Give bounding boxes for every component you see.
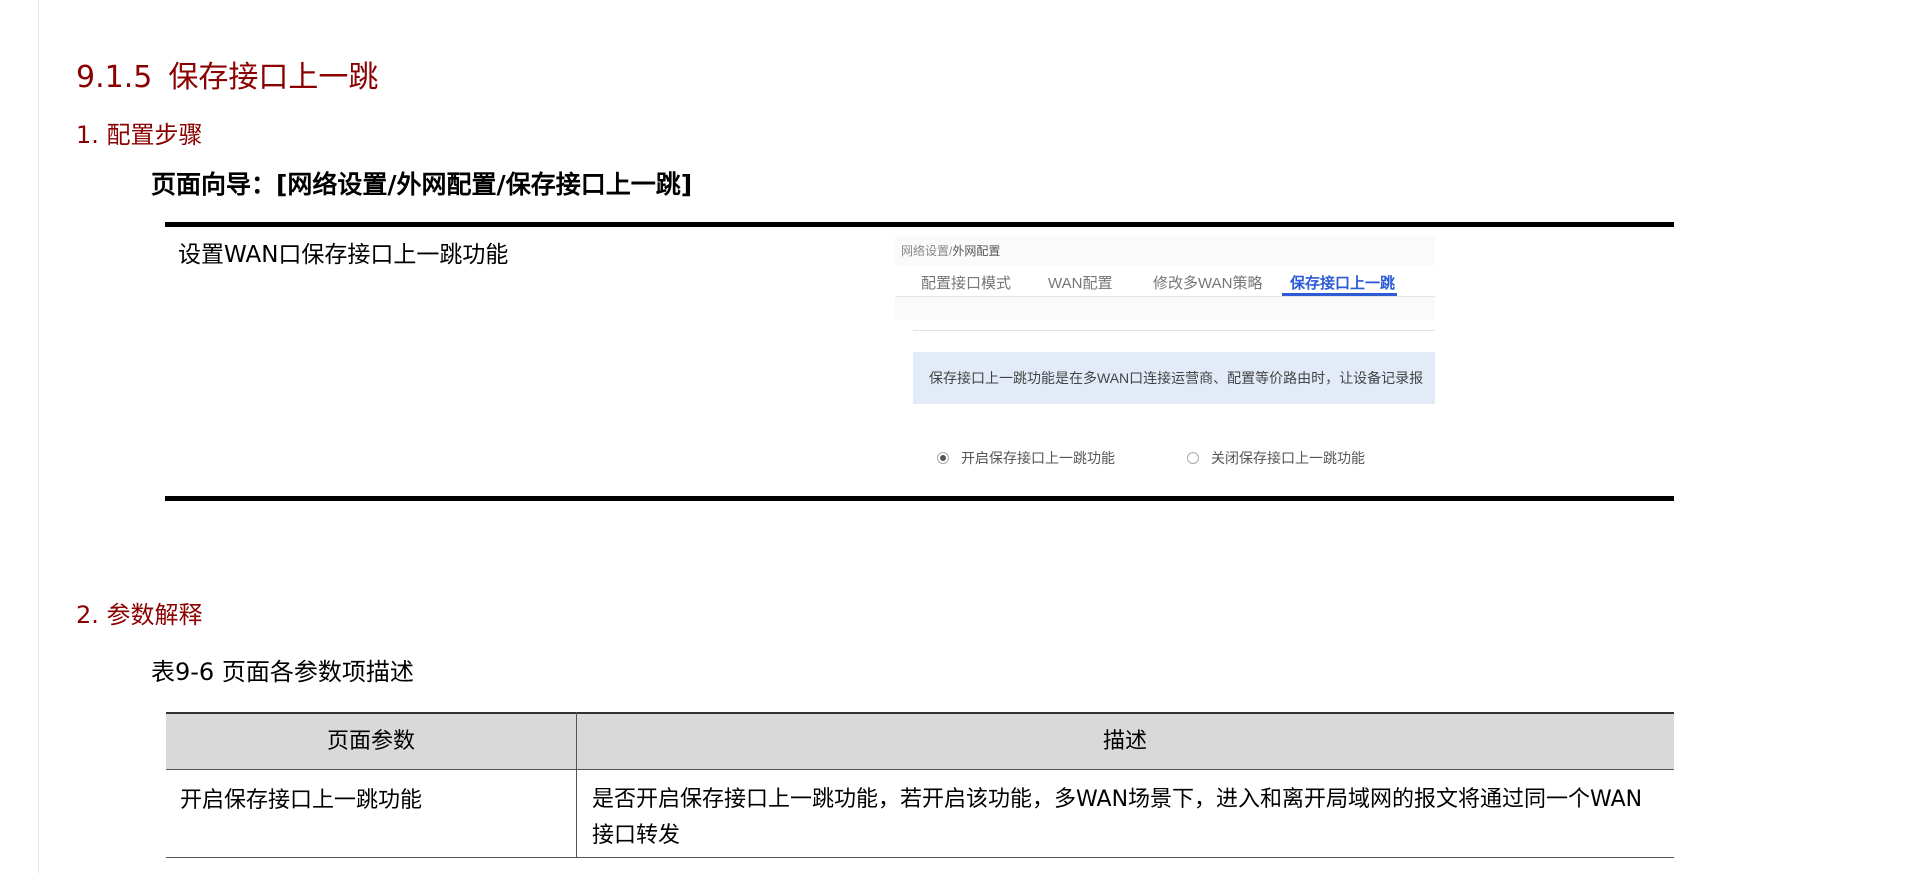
- section-number: 9.1.5: [76, 60, 153, 95]
- screenshot-breadcrumb: 网络设置/外网配置: [901, 242, 1000, 259]
- tab-interface-mode[interactable]: 配置接口模式: [921, 272, 1011, 293]
- step1-heading: 1. 配置步骤: [76, 121, 203, 149]
- tab-wan-config[interactable]: WAN配置: [1048, 272, 1112, 293]
- section-title: 保存接口上一跳: [168, 60, 379, 95]
- page-left-edge: [38, 0, 39, 873]
- radio-unchecked-icon[interactable]: [1187, 452, 1199, 464]
- breadcrumb-current: 外网配置: [952, 244, 1001, 258]
- radio-enable-label: 开启保存接口上一跳功能: [961, 450, 1115, 466]
- active-tab-underline: [1282, 293, 1397, 296]
- radio-disable-label: 关闭保存接口上一跳功能: [1211, 450, 1365, 466]
- section-heading: 9.1.5 保存接口上一跳: [76, 52, 378, 96]
- radio-checked-icon[interactable]: [937, 452, 949, 464]
- radio-enable-option[interactable]: 开启保存接口上一跳功能: [937, 448, 1115, 468]
- screenshot-tab-bar: 配置接口模式 WAN配置 修改多WAN策略 保存接口上一跳: [895, 266, 1435, 297]
- screenshot-content-panel: 保存接口上一跳功能是在多WAN口连接运营商、配置等价路由时，让设备记录报 开启保…: [895, 320, 1435, 494]
- column-header-description: 描述: [1102, 729, 1147, 754]
- table-column-divider: [576, 712, 577, 858]
- tab-save-next-hop[interactable]: 保存接口上一跳: [1290, 272, 1395, 293]
- embedded-ui-screenshot: 网络设置/外网配置 配置接口模式 WAN配置 修改多WAN策略 保存接口上一跳 …: [895, 236, 1435, 494]
- config-table-top-rule: [165, 222, 1674, 227]
- config-table-bottom-rule: [165, 496, 1674, 501]
- page-nav-path: 页面向导：[网络设置/外网配置/保存接口上一跳]: [151, 170, 693, 199]
- table-row: 开启保存接口上一跳功能 是否开启保存接口上一跳功能，若开启该功能，多WAN场景下…: [166, 770, 1674, 858]
- row-param-cell: 开启保存接口上一跳功能: [180, 788, 423, 813]
- radio-disable-option[interactable]: 关闭保存接口上一跳功能: [1187, 448, 1365, 468]
- row-description-cell: 是否开启保存接口上一跳功能，若开启该功能，多WAN场景下，进入和离开局域网的报文…: [592, 787, 1643, 848]
- info-banner: 保存接口上一跳功能是在多WAN口连接运营商、配置等价路由时，让设备记录报: [913, 352, 1435, 404]
- column-header-param: 页面参数: [326, 729, 415, 754]
- config-description: 设置WAN口保存接口上一跳功能: [178, 242, 509, 268]
- panel-divider: [913, 330, 1435, 331]
- tab-multi-wan-policy[interactable]: 修改多WAN策略: [1153, 272, 1262, 293]
- breadcrumb-parent[interactable]: 网络设置: [901, 244, 949, 258]
- step2-heading: 2. 参数解释: [76, 601, 203, 629]
- table-caption: 表9-6 页面各参数项描述: [151, 658, 414, 686]
- param-table-header: 页面参数 描述: [166, 712, 1674, 770]
